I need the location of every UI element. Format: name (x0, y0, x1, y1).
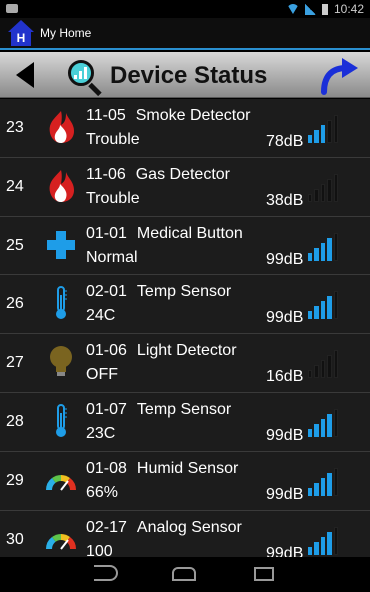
device-status: Trouble (86, 189, 140, 207)
device-list[interactable]: 23 11-05 Smoke Detector Trouble 78dB 24 11-06 G… (0, 99, 370, 557)
device-status: 66% (86, 483, 119, 501)
fire-icon (44, 109, 78, 145)
signal-db: 99dB (266, 309, 304, 327)
signal-db: 16dB (266, 368, 304, 386)
device-status: Normal (86, 248, 138, 266)
device-name: Light Detector (136, 342, 237, 360)
fire-icon (44, 168, 78, 204)
search-signal-icon (66, 58, 106, 97)
device-status: OFF (86, 366, 118, 384)
device-row[interactable]: 24 11-06 Gas Detector Trouble 38dB (0, 157, 370, 217)
signal-db: 99dB (266, 250, 304, 268)
signal-db: 38dB (266, 191, 304, 209)
thermometer-icon (44, 285, 78, 321)
device-name: Gas Detector (135, 165, 230, 183)
signal-strength-icon (308, 289, 339, 320)
light-bulb-icon (44, 344, 78, 380)
row-number: 30 (6, 530, 24, 548)
row-number: 25 (6, 236, 24, 254)
toolbar: Device Status (0, 52, 370, 98)
row-number: 23 (6, 119, 24, 136)
thermometer-icon (44, 403, 78, 439)
device-row[interactable]: 23 11-05 Smoke Detector Trouble 78dB (0, 99, 370, 158)
device-row[interactable]: 27 01-06 Light Detector OFF 16dB (0, 334, 370, 393)
row-number: 27 (6, 354, 24, 372)
nav-home-icon[interactable] (172, 567, 196, 581)
notification-icon (6, 4, 18, 13)
device-status: 24C (86, 307, 116, 325)
device-name: Medical Button (136, 224, 243, 242)
battery-icon (321, 3, 328, 15)
page-title: Device Status (110, 62, 268, 89)
gauge-icon (44, 462, 78, 498)
device-row[interactable]: 29 01-08 Humid Sensor 66% 99dB (0, 451, 370, 511)
device-row[interactable]: 30 02-17 Analog Sensor 100 99dB (0, 510, 370, 557)
signal-db: 78dB (266, 133, 304, 150)
device-code: 11-05 (86, 107, 126, 124)
clock: 10:42 (333, 2, 364, 16)
device-code: 01-08 (86, 459, 127, 477)
device-row[interactable]: 26 02-01 Temp Sensor 24C 99dB (0, 275, 370, 335)
device-name: Temp Sensor (136, 400, 232, 418)
signal-db: 99dB (266, 485, 304, 503)
device-status: 23C (86, 424, 116, 442)
device-code: 01-07 (86, 400, 127, 418)
device-name: Temp Sensor (136, 283, 232, 301)
signal-strength-icon (308, 348, 339, 379)
signal-strength-icon (308, 525, 339, 555)
wifi-icon (286, 4, 299, 14)
status-bar: 10:42 (0, 0, 370, 18)
device-code: 11-06 (86, 165, 126, 183)
device-code: 01-06 (86, 342, 127, 360)
device-status: 100 (86, 542, 113, 557)
signal-strength-icon (308, 113, 339, 143)
device-row[interactable]: 28 01-07 Temp Sensor 23C 99dB (0, 392, 370, 452)
row-number: 26 (6, 295, 24, 313)
signal-db: 99dB (266, 544, 304, 557)
refresh-arrow-icon[interactable] (318, 56, 360, 96)
device-code: 02-17 (86, 518, 127, 536)
nav-bar (0, 557, 370, 592)
signal-strength-icon (308, 466, 339, 496)
device-name: Analog Sensor (136, 518, 242, 536)
device-row[interactable]: 25 01-01 Medical Button Normal 99dB (0, 216, 370, 276)
device-status: Trouble (86, 131, 140, 148)
nav-back-icon[interactable] (94, 565, 118, 581)
app-title: My Home (40, 26, 92, 40)
nav-recent-apps-icon[interactable] (254, 567, 274, 581)
gauge-icon (44, 521, 78, 557)
device-name: Humid Sensor (136, 459, 239, 477)
app-bar: H My Home (0, 18, 370, 50)
device-name: Smoke Detector (135, 107, 251, 124)
signal-strength-icon (308, 407, 339, 437)
back-arrow-icon[interactable] (16, 62, 34, 88)
signal-strength-icon (308, 172, 339, 202)
cell-signal-icon (304, 3, 316, 15)
medical-cross-icon (44, 227, 78, 263)
row-number: 29 (6, 471, 24, 489)
row-number: 24 (6, 177, 24, 195)
row-number: 28 (6, 412, 24, 430)
device-code: 02-01 (86, 283, 127, 301)
device-code: 01-01 (86, 224, 127, 242)
signal-db: 99dB (266, 426, 304, 444)
signal-strength-icon (308, 231, 339, 261)
home-app-icon[interactable]: H (8, 20, 34, 46)
